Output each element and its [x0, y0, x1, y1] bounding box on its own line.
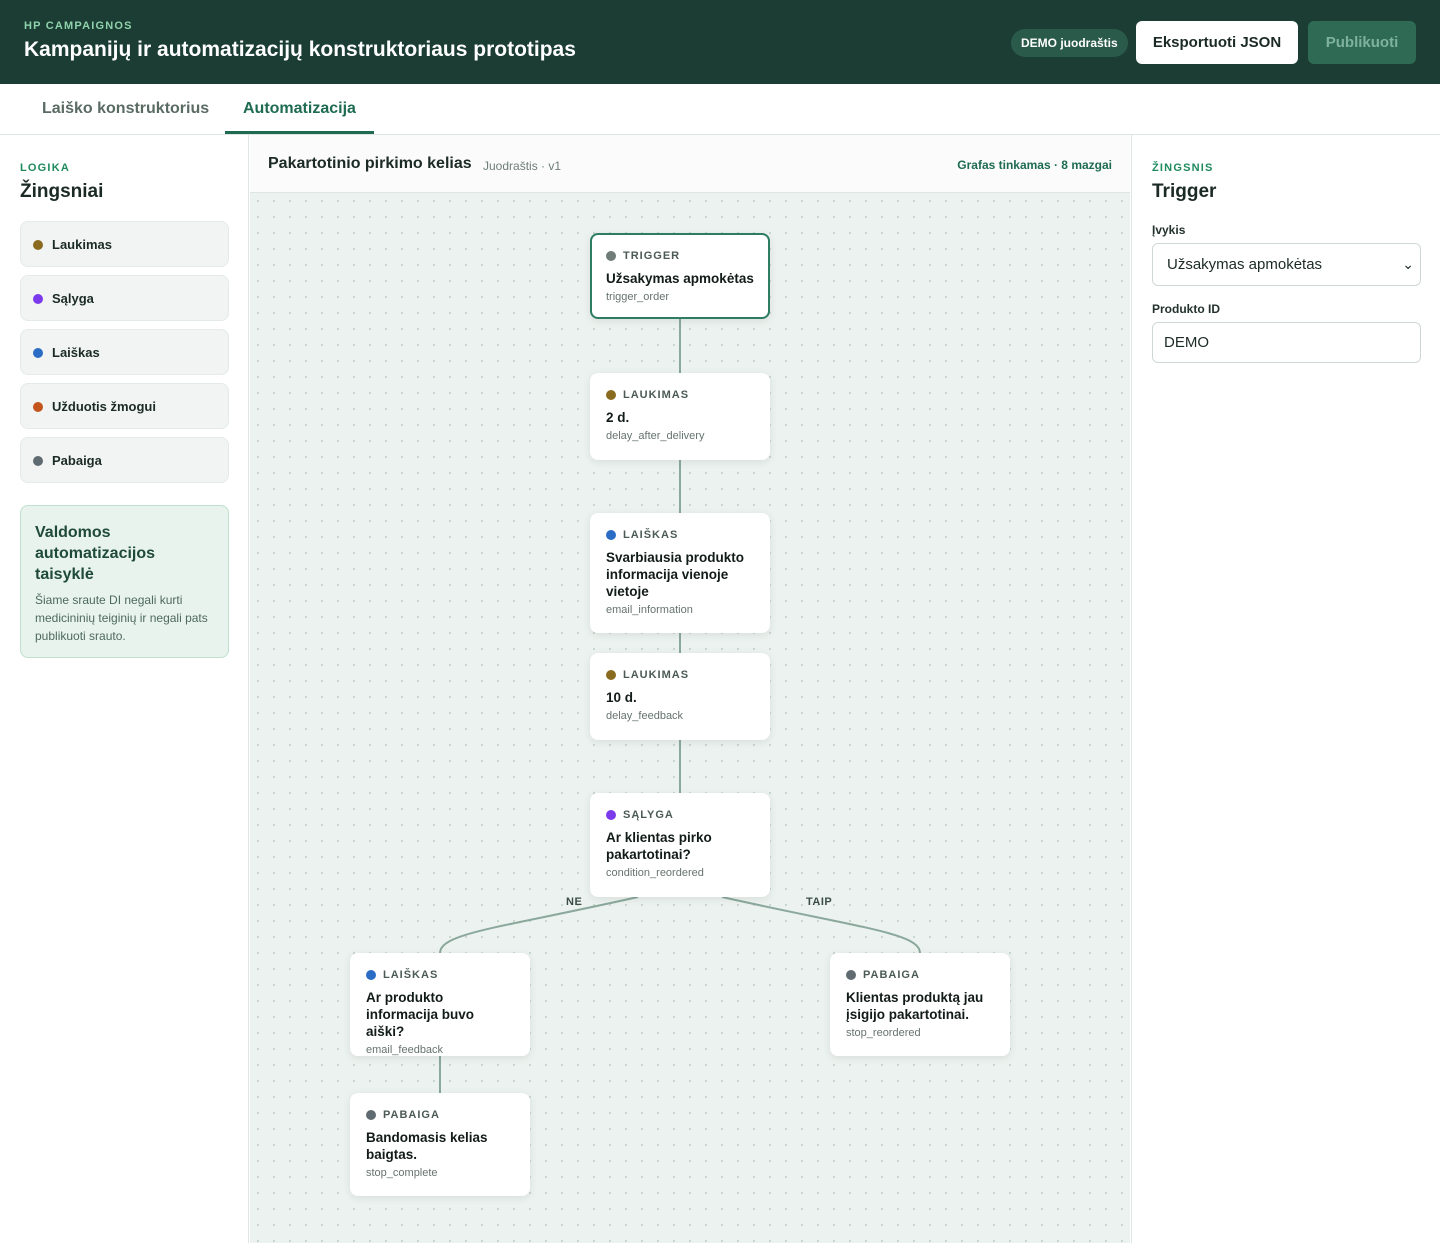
graph-validation-status: Grafas tinkamas · 8 mazgai	[957, 158, 1112, 172]
event-select-value: Užsakymas apmokėtas	[1167, 256, 1323, 273]
end-dot-icon	[366, 1110, 376, 1120]
palette-item-human-task[interactable]: Užduotis žmogui	[20, 383, 229, 429]
flow-node-trigger[interactable]: TRIGGER Užsakymas apmokėtas trigger_orde…	[590, 233, 770, 319]
flow-node-email[interactable]: LAIŠKAS Ar produkto informacija buvo aiš…	[350, 953, 530, 1056]
step-inspector: ŽINGSNIS Trigger Įvykis Užsakymas apmokė…	[1131, 135, 1440, 1243]
product-id-field[interactable]	[1152, 322, 1421, 363]
palette-item-condition[interactable]: Sąlyga	[20, 275, 229, 321]
tab-email-builder[interactable]: Laiško konstruktorius	[24, 84, 227, 134]
node-type: LAIŠKAS	[383, 969, 439, 981]
node-id: delay_feedback	[606, 710, 684, 722]
brand-name: HP CAMPAIGNOS	[24, 20, 133, 32]
flow-node-email[interactable]: LAIŠKAS Svarbiausia produkto informacija…	[590, 513, 770, 633]
email-dot-icon	[366, 970, 376, 980]
palette-item-label: Pabaiga	[52, 453, 102, 468]
wait-dot-icon	[33, 240, 43, 250]
flow-name: Pakartotinio pirkimo kelias	[268, 155, 472, 172]
inspector-kicker: ŽINGSNIS	[1152, 162, 1214, 174]
condition-dot-icon	[33, 294, 43, 304]
palette-item-label: Sąlyga	[52, 291, 94, 306]
export-json-button[interactable]: Eksportuoti JSON	[1136, 21, 1298, 64]
node-title: Bandomasis kelias baigtas.	[366, 1130, 488, 1162]
flow-node-condition[interactable]: SĄLYGA Ar klientas pirko pakartotinai? c…	[590, 793, 770, 897]
branch-no-label: NE	[566, 896, 583, 908]
node-type: PABAIGA	[383, 1109, 440, 1121]
node-id: delay_after_delivery	[606, 430, 705, 442]
node-id: email_information	[606, 604, 693, 616]
condition-dot-icon	[606, 810, 616, 820]
palette-item-label: Laiškas	[52, 345, 100, 360]
node-id: stop_complete	[366, 1167, 438, 1179]
node-id: email_feedback	[366, 1044, 444, 1056]
node-title: Užsakymas apmokėtas	[606, 271, 754, 286]
product-id-label: Produkto ID	[1152, 302, 1220, 316]
palette-item-email[interactable]: Laiškas	[20, 329, 229, 375]
task-dot-icon	[33, 402, 43, 412]
flow-node-end[interactable]: PABAIGA Klientas produktą jau įsigijo pa…	[830, 953, 1010, 1056]
trigger-dot-icon	[606, 251, 616, 261]
wait-dot-icon	[606, 670, 616, 680]
email-dot-icon	[606, 530, 616, 540]
publish-button[interactable]: Publikuoti	[1308, 21, 1416, 64]
tab-automation[interactable]: Automatizacija	[225, 84, 374, 134]
chevron-down-icon: ⌄	[1402, 256, 1414, 272]
node-title: Svarbiausia produkto informacija vienoje…	[606, 550, 745, 599]
node-id: trigger_order	[606, 291, 669, 303]
app-header: HP CAMPAIGNOS Kampanijų ir automatizacij…	[0, 0, 1440, 84]
email-dot-icon	[33, 348, 43, 358]
flow-node-end[interactable]: PABAIGA Bandomasis kelias baigtas. stop_…	[350, 1093, 530, 1196]
inspector-heading: Trigger	[1152, 181, 1217, 202]
sidebar-kicker: LOGIKA	[20, 162, 70, 174]
rules-text: Šiame sraute DI negali kurti medicininių…	[35, 593, 208, 643]
node-id: stop_reordered	[846, 1027, 921, 1039]
canvas-header: Pakartotinio pirkimo kelias Juodraštis ·…	[250, 135, 1130, 193]
node-type: PABAIGA	[863, 969, 920, 981]
node-title: 10 d.	[606, 690, 637, 705]
status-badge: DEMO juodraštis	[1011, 29, 1128, 57]
wait-dot-icon	[606, 390, 616, 400]
node-type: TRIGGER	[623, 250, 681, 262]
flow-node-wait[interactable]: LAUKIMAS 10 d. delay_feedback	[590, 653, 770, 740]
palette-item-end[interactable]: Pabaiga	[20, 437, 229, 483]
rules-title: Valdomos automatizacijos taisyklė	[35, 524, 156, 583]
steps-sidebar: LOGIKA Žingsniai Laukimas Sąlyga Laiškas…	[0, 135, 249, 1243]
event-field-label: Įvykis	[1152, 223, 1186, 237]
flow-canvas[interactable]: NE TAIP TRIGGER Užsakymas apmokėtas trig…	[250, 193, 1130, 1243]
palette-item-wait[interactable]: Laukimas	[20, 221, 229, 267]
node-id: condition_reordered	[606, 867, 704, 879]
node-title: Ar klientas pirko pakartotinai?	[606, 830, 712, 862]
app-title: Kampanijų ir automatizacijų konstruktori…	[24, 38, 576, 61]
end-dot-icon	[846, 970, 856, 980]
node-type: LAUKIMAS	[623, 669, 690, 681]
node-title: Ar produkto informacija buvo aiški?	[366, 990, 475, 1039]
node-type: LAUKIMAS	[623, 389, 690, 401]
node-title: Klientas produktą jau įsigijo pakartotin…	[846, 990, 984, 1022]
edge-condition-no	[439, 896, 639, 954]
palette-item-label: Užduotis žmogui	[52, 399, 156, 414]
node-type: SĄLYGA	[623, 809, 674, 821]
branch-yes-label: TAIP	[806, 896, 833, 908]
palette-item-label: Laukimas	[52, 237, 112, 252]
automation-rules-card: Valdomos automatizacijos taisyklė Šiame …	[20, 505, 229, 658]
node-type: LAIŠKAS	[623, 529, 679, 541]
flow-status: Juodraštis · v1	[483, 159, 562, 173]
event-select[interactable]: Užsakymas apmokėtas ⌄	[1152, 243, 1421, 286]
node-title: 2 d.	[606, 410, 630, 425]
sidebar-heading: Žingsniai	[20, 181, 104, 202]
flow-node-wait[interactable]: LAUKIMAS 2 d. delay_after_delivery	[590, 373, 770, 460]
tab-bar: Laiško konstruktorius Automatizacija	[0, 84, 1440, 135]
end-dot-icon	[33, 456, 43, 466]
